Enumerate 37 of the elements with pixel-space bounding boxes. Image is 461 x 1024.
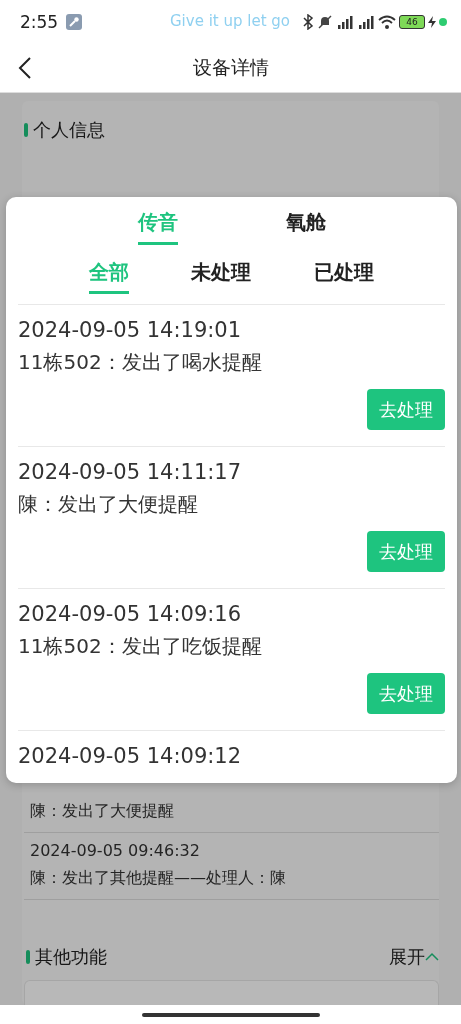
battery-icon: 46 bbox=[399, 15, 425, 29]
tab[interactable]: 氧舱 bbox=[285, 209, 326, 245]
bluetooth-icon bbox=[302, 14, 314, 30]
filter-tab[interactable]: 已处理 bbox=[313, 259, 374, 294]
filter-tab[interactable]: 未处理 bbox=[191, 259, 252, 294]
mute-icon bbox=[317, 14, 333, 30]
alert-text: 11栋502：发出了喝水提醒 bbox=[18, 349, 263, 376]
back-icon[interactable] bbox=[18, 56, 32, 80]
alert-time: 2024-09-05 14:19:01 bbox=[18, 317, 243, 344]
floating-lyric: Give it up let go bbox=[170, 12, 291, 30]
filter-tab[interactable]: 全部 bbox=[89, 259, 130, 294]
wifi-icon bbox=[378, 14, 396, 30]
alert-text: 陳：发出了大便提醒 bbox=[18, 491, 199, 518]
record-time: 2024-09-05 09:46:32 bbox=[30, 840, 201, 862]
wrench-icon bbox=[66, 14, 83, 30]
alert-text: 11栋502：发出了吃饭提醒 bbox=[18, 633, 263, 660]
tab[interactable]: 传音 bbox=[137, 209, 178, 245]
handle-button[interactable]: 去处理 bbox=[367, 673, 445, 714]
clock-time: 2:55 bbox=[20, 12, 59, 32]
charging-icon bbox=[428, 16, 436, 28]
record-text: 陳：发出了大便提醒 bbox=[30, 800, 175, 822]
status-dot bbox=[439, 18, 447, 26]
home-indicator[interactable] bbox=[141, 1012, 320, 1017]
signal-icon bbox=[357, 14, 375, 30]
section-title: 其他功能 bbox=[35, 945, 107, 969]
alert-time: 2024-09-05 14:11:17 bbox=[18, 459, 243, 486]
page-title: 设备详情 bbox=[192, 55, 269, 80]
section-marker bbox=[24, 123, 28, 137]
section-marker bbox=[26, 950, 30, 964]
handle-button[interactable]: 去处理 bbox=[367, 389, 445, 430]
handle-button[interactable]: 去处理 bbox=[367, 531, 445, 572]
alert-time: 2024-09-05 14:09:12 bbox=[18, 743, 243, 768]
signal-icon bbox=[336, 14, 354, 30]
expand-toggle[interactable]: 展开 bbox=[389, 945, 439, 969]
alert-time: 2024-09-05 14:09:16 bbox=[18, 601, 243, 628]
section-title: 个人信息 bbox=[33, 118, 105, 142]
record-text: 陳：发出了其他提醒——处理人：陳 bbox=[30, 867, 287, 889]
